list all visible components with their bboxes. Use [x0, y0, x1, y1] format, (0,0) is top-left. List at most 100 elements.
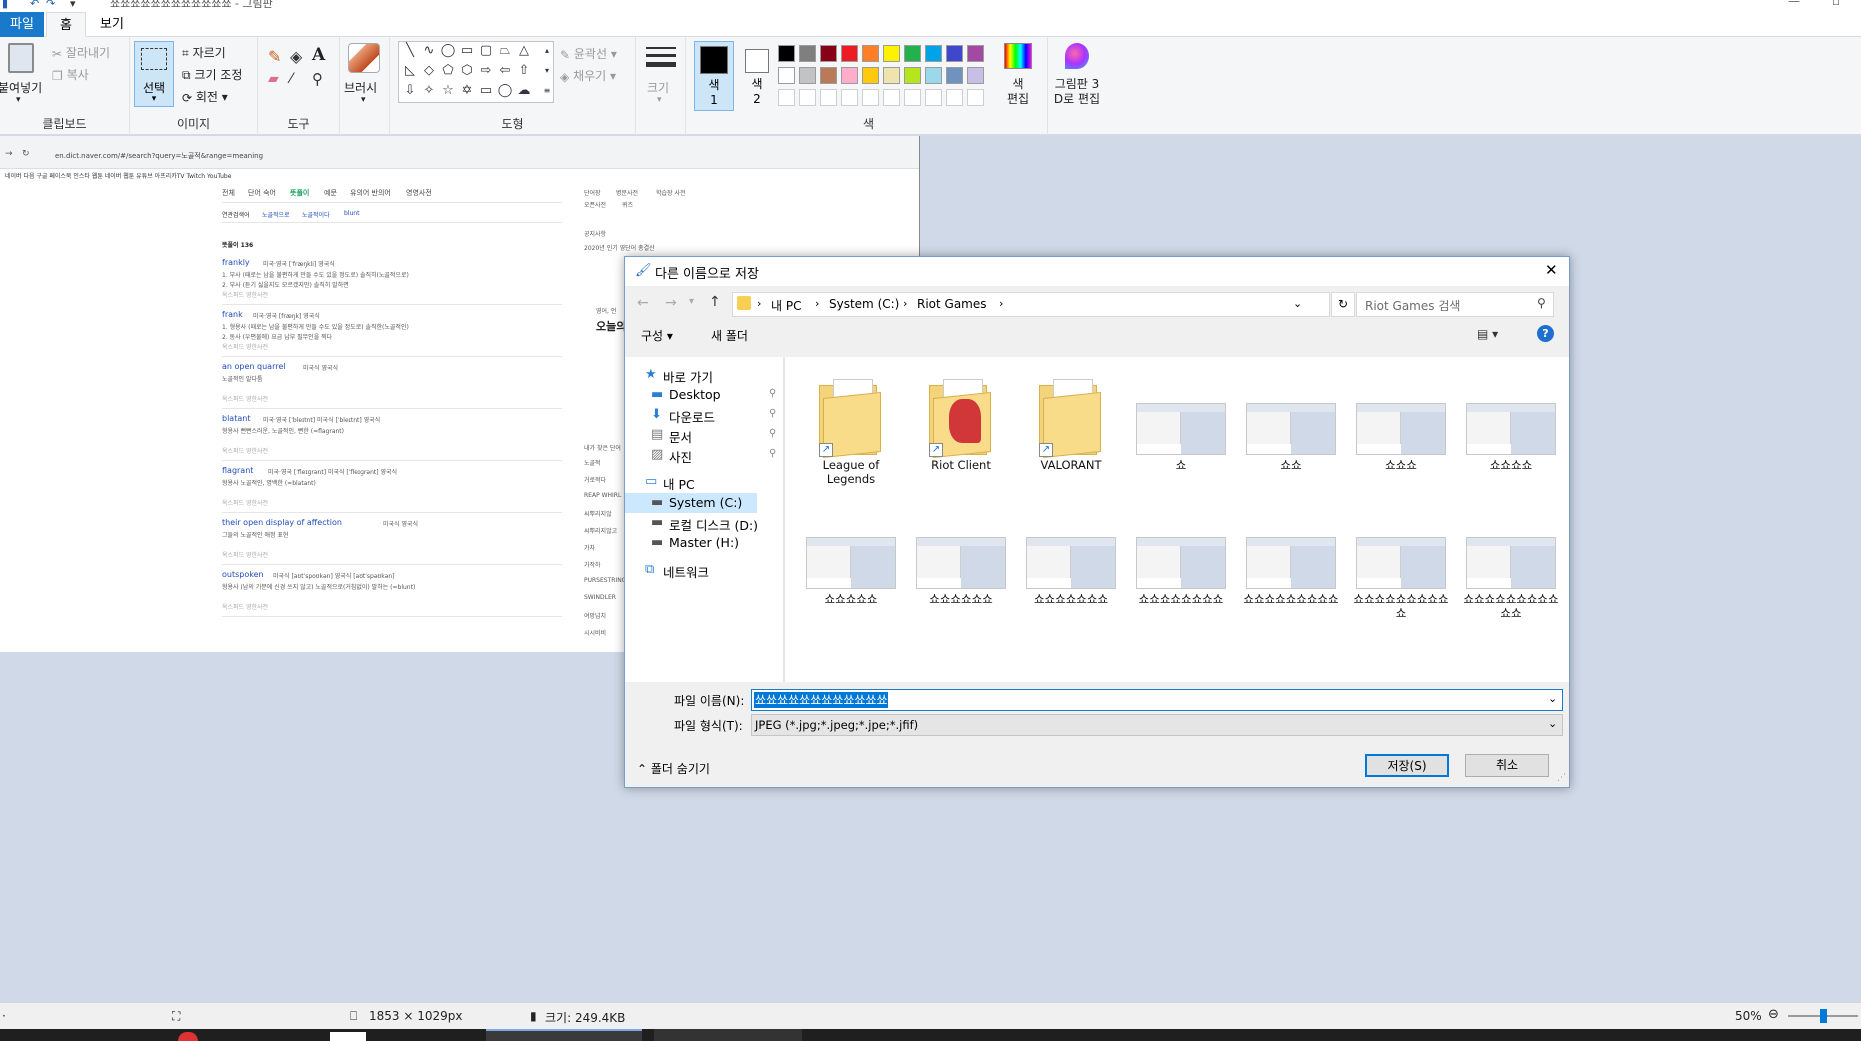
polygon-shape-icon[interactable]: ⏢: [497, 44, 513, 58]
help-icon[interactable]: ?: [1537, 325, 1554, 342]
pencil-icon[interactable]: ✎: [268, 47, 281, 66]
color-swatch[interactable]: [841, 45, 858, 62]
edit-colors-button[interactable]: 색 편집: [1004, 77, 1032, 107]
color-swatch[interactable]: [778, 67, 795, 84]
custom-color-slot[interactable]: [904, 89, 921, 106]
pin-icon[interactable]: ⚲: [769, 428, 776, 439]
view-options-icon[interactable]: ▤ ▾: [1477, 327, 1498, 341]
size-button[interactable]: 크기: [647, 79, 669, 96]
outline-button[interactable]: ✎ 윤곽선 ▾: [560, 45, 617, 62]
left-arrow-shape-icon[interactable]: ⇦: [497, 64, 513, 78]
rectangle-shape-icon[interactable]: ▭: [459, 44, 475, 58]
color-swatch[interactable]: [820, 67, 837, 84]
nav-item[interactable]: ▭ 내 PC: [625, 472, 757, 492]
refresh-icon[interactable]: ↻: [1331, 292, 1355, 317]
paste-dropdown-icon[interactable]: ▾: [16, 95, 21, 105]
oval-shape-icon[interactable]: ◯: [440, 44, 456, 58]
nav-item[interactable]: ▨ 사진 ⚲: [625, 445, 776, 465]
six-point-star-icon[interactable]: ✡: [459, 84, 475, 98]
customize-quick-access-icon[interactable]: ▾: [70, 0, 76, 10]
resize-button[interactable]: ⧉ 크기 조정: [182, 66, 242, 83]
file-item[interactable]: 쇼: [1129, 375, 1233, 472]
cloud-callout-icon[interactable]: ☁: [516, 84, 532, 98]
crop-button[interactable]: ⌗ 자르기: [182, 44, 226, 61]
color-swatch[interactable]: [841, 67, 858, 84]
fill-icon[interactable]: ◈: [290, 47, 302, 66]
rect-callout-icon[interactable]: ▭: [478, 84, 494, 98]
pin-icon[interactable]: ⚲: [769, 448, 776, 459]
shapes-more-icon[interactable]: ≡: [539, 84, 555, 98]
address-dropdown-icon[interactable]: ⌄: [1293, 297, 1302, 310]
redo-icon[interactable]: ↷: [46, 0, 55, 10]
filetype-select[interactable]: JPEG (*.jpg;*.jpeg;*.jpe;*.jfif) ⌄: [751, 714, 1563, 736]
nav-item[interactable]: ▬ 로컬 디스크 (D:): [625, 513, 758, 533]
file-item[interactable]: 쇼쇼: [1239, 375, 1343, 472]
color-swatch[interactable]: [799, 45, 816, 62]
curve-shape-icon[interactable]: ∿: [421, 44, 437, 58]
cancel-button[interactable]: 취소: [1465, 754, 1549, 777]
address-bar[interactable]: › 내 PC › System (C:) › Riot Games › ⌄: [732, 292, 1330, 317]
nav-item[interactable]: ▬ System (C:): [625, 493, 757, 513]
copy-button[interactable]: ❐ 복사: [52, 66, 89, 83]
brush-button[interactable]: 브러시: [344, 79, 377, 96]
zoom-slider[interactable]: [1788, 1009, 1858, 1023]
maximize-icon[interactable]: ▫: [1832, 0, 1840, 8]
paint3d-button[interactable]: 그림판 3 D로 편집: [1050, 77, 1104, 107]
color-swatch[interactable]: [883, 45, 900, 62]
five-point-star-icon[interactable]: ☆: [440, 84, 456, 98]
right-arrow-shape-icon[interactable]: ⇨: [478, 64, 494, 78]
save-button[interactable]: 저장(S): [1365, 754, 1449, 777]
paste-button[interactable]: 붙여넣기: [0, 79, 42, 96]
custom-color-slot[interactable]: [820, 89, 837, 106]
color-swatch[interactable]: [883, 67, 900, 84]
nav-item[interactable]: ★ 바로 가기: [625, 365, 757, 385]
down-arrow-shape-icon[interactable]: ⇩: [402, 84, 418, 98]
custom-color-slot[interactable]: [841, 89, 858, 106]
pin-icon[interactable]: ⚲: [769, 408, 776, 419]
file-item[interactable]: 쇼쇼쇼쇼쇼쇼쇼쇼쇼쇼쇼: [1459, 509, 1563, 620]
file-item[interactable]: 쇼쇼쇼쇼쇼쇼: [909, 509, 1013, 606]
new-folder-button[interactable]: 새 폴더: [711, 327, 748, 344]
custom-color-slot[interactable]: [946, 89, 963, 106]
paint-taskbar-button[interactable]: [486, 1029, 642, 1041]
color-swatch[interactable]: [862, 67, 879, 84]
app-taskbar-icon[interactable]: [330, 1032, 366, 1041]
file-item[interactable]: 쇼쇼쇼쇼쇼쇼쇼쇼: [1129, 509, 1233, 606]
four-point-star-icon[interactable]: ✧: [421, 84, 437, 98]
file-item[interactable]: 쇼쇼쇼쇼쇼쇼쇼쇼쇼쇼: [1349, 509, 1453, 620]
color-swatch[interactable]: [925, 45, 942, 62]
rounded-rect-shape-icon[interactable]: ▢: [478, 44, 494, 58]
custom-color-slot[interactable]: [967, 89, 984, 106]
nav-item[interactable]: ⧉ 네트워크: [625, 560, 757, 580]
forward-icon[interactable]: →: [665, 295, 677, 311]
nav-item[interactable]: ▬ Master (H:): [625, 533, 757, 553]
filename-dropdown-icon[interactable]: ⌄: [1548, 692, 1557, 705]
color-swatch[interactable]: [904, 45, 921, 62]
filetype-dropdown-icon[interactable]: ⌄: [1548, 717, 1557, 730]
oval-callout-icon[interactable]: ◯: [497, 84, 513, 98]
color-swatch[interactable]: [778, 45, 795, 62]
back-icon[interactable]: ←: [637, 295, 649, 311]
browser-taskbar-icon[interactable]: [178, 1032, 198, 1041]
tab-view[interactable]: 보기: [92, 12, 132, 37]
line-shape-icon[interactable]: ╲: [402, 44, 418, 58]
diamond-shape-icon[interactable]: ◇: [421, 64, 437, 78]
folder-item[interactable]: ↗ VALORANT: [1019, 375, 1123, 472]
file-item[interactable]: 쇼쇼쇼쇼쇼쇼쇼: [1019, 509, 1123, 606]
cut-button[interactable]: ✂ 잘라내기: [52, 44, 110, 61]
brush-dropdown-icon[interactable]: ▾: [361, 95, 366, 105]
zoom-slider-thumb[interactable]: [1820, 1009, 1827, 1023]
text-icon[interactable]: A: [312, 45, 325, 65]
close-icon[interactable]: ✕: [1545, 261, 1558, 279]
color-swatch[interactable]: [967, 45, 984, 62]
search-box[interactable]: Riot Games 검색 ⚲: [1356, 292, 1554, 317]
shapes-scroll-up-icon[interactable]: ▴: [539, 44, 555, 58]
nav-item[interactable]: ▬ Desktop ⚲: [625, 385, 776, 405]
color-picker-icon[interactable]: ⁄: [290, 71, 292, 87]
resize-grip-icon[interactable]: ⋰: [1557, 773, 1566, 783]
file-item[interactable]: 쇼쇼쇼쇼: [1459, 375, 1563, 472]
tab-home[interactable]: 홈: [46, 12, 86, 37]
color-swatch[interactable]: [925, 67, 942, 84]
folder-item[interactable]: ↗ Riot Client: [909, 375, 1013, 472]
undo-icon[interactable]: ↶: [30, 0, 39, 10]
